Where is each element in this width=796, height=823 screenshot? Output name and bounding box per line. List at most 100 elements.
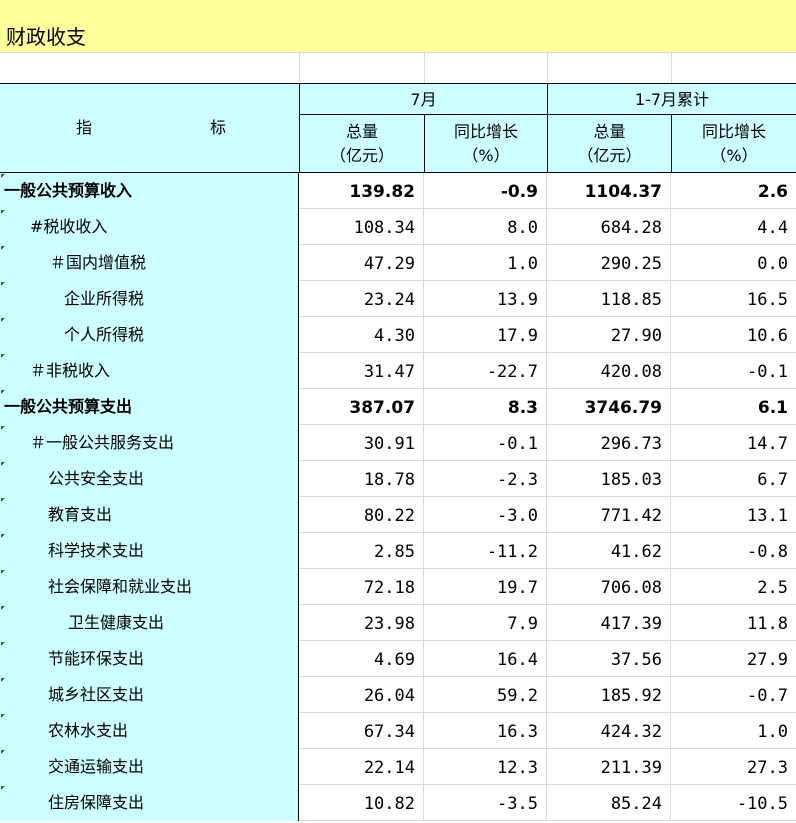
cum-growth-cell: 27.9 [747,650,788,670]
month-total-cell: 139.82 [300,173,424,209]
cell-marker-icon [1,282,5,286]
table-row: 科学技术支出 2.85 -11.2 41.62 -0.8 [0,533,796,569]
cell-marker-icon [1,570,5,574]
month-growth-cell: 17.9 [424,317,547,353]
month-growth-cell: 12.3 [424,749,547,785]
month-total-cell: 72.18 [300,569,424,605]
table-row: 农林水支出 67.34 16.3 424.32 1.0 [0,713,796,749]
cell-marker-icon [1,606,5,610]
month-growth-cell: -3.0 [424,497,547,533]
row-label-cell: 教育支出 [0,497,299,533]
cum-total-cell: 211.39 [547,749,671,785]
month-growth-cell: 7.9 [424,605,547,641]
month-total-cell: 80.22 [300,497,424,533]
row-label-cell: 卫生健康支出 [0,605,299,641]
month-total-cell: 47.29 [300,245,424,281]
grid-line [299,53,300,83]
month-growth-cell: 16.4 [424,641,547,677]
table-row: 住房保障支出 10.82 -3.5 85.24 -10.5 [0,785,796,821]
col-header-label: 总量 [593,122,626,141]
cum-total-cell: 1104.37 [547,173,671,209]
cell-marker-icon [1,462,5,466]
row-label: 一般公共预算支出 [4,397,133,416]
month-growth-cell: -11.2 [424,533,547,569]
indicator-label-left: 指 [76,118,93,137]
cum-growth-cell: 6.7 [757,470,788,490]
month-total-cell: 108.34 [300,209,424,245]
row-label: 农林水支出 [48,721,129,740]
cum-total-cell: 3746.79 [547,389,671,425]
cum-total-cell: 27.90 [547,317,671,353]
indicator-label-right: 标 [210,118,227,137]
table-row: 教育支出 80.22 -3.0 771.42 13.1 [0,497,796,533]
month-total-cell: 10.82 [300,785,424,821]
cum-total-cell: 296.73 [547,425,671,461]
cum-total-cell: 424.32 [547,713,671,749]
month-growth-cell: 16.3 [424,713,547,749]
col-header-unit: （亿元） [329,146,394,165]
table-body: 一般公共预算收入 139.82 -0.9 1104.37 2.6 #税收收入 108.34 8… [0,173,796,821]
month-total-cell: 18.78 [300,461,424,497]
table-row: 个人所得税 4.30 17.9 27.90 10.6 [0,317,796,353]
cum-growth-cell: 2.6 [757,182,788,202]
cum-growth-cell: -0.7 [747,686,788,706]
cum-growth-cell: 6.1 [757,398,788,418]
table-row: 社会保障和就业支出 72.18 19.7 706.08 2.5 [0,569,796,605]
month-growth-cell: 8.3 [424,389,547,425]
cum-total-cell: 706.08 [547,569,671,605]
col-header-label: 同比增长 [453,122,518,141]
row-label: 公共安全支出 [48,469,145,488]
month-total-cell: 22.14 [300,749,424,785]
table-row: 企业所得税 23.24 13.9 118.85 16.5 [0,281,796,317]
col-header-month-total: 总量 （亿元） [300,120,424,168]
row-label-cell: 节能环保支出 [0,641,299,677]
cell-marker-icon [1,246,5,250]
row-label: 卫生健康支出 [68,613,165,632]
row-label-cell: 农林水支出 [0,713,299,749]
col-header-label: 同比增长 [701,122,766,141]
row-label-cell: 企业所得税 [0,281,299,317]
month-total-cell: 23.98 [300,605,424,641]
cell-marker-icon [1,678,5,682]
month-growth-cell: -2.3 [424,461,547,497]
cum-total-cell: 417.39 [547,605,671,641]
cell-marker-icon [1,750,5,754]
table-row: 城乡社区支出 26.04 59.2 185.92 -0.7 [0,677,796,713]
col-header-unit: （亿元） [577,146,642,165]
cum-growth-cell: 2.5 [757,578,788,598]
cum-growth-cell: 13.1 [747,506,788,526]
row-label-cell: 一般公共预算支出 [0,389,299,425]
month-growth-cell: 1.0 [424,245,547,281]
title-band: 财政收支 [0,0,796,53]
row-label: 节能环保支出 [48,649,145,668]
month-growth-cell: -0.1 [424,425,547,461]
cell-marker-icon [1,534,5,538]
col-header-month-growth: 同比增长 （%） [425,120,547,168]
month-growth-cell: 19.7 [424,569,547,605]
table-row: 一般公共预算支出 387.07 8.3 3746.79 6.1 [0,389,796,425]
row-label: 交通运输支出 [48,757,145,776]
cum-total-cell: 771.42 [547,497,671,533]
cum-total-cell: 85.24 [547,785,671,821]
row-label: #税收收入 [30,217,108,236]
row-label: ＃非税收入 [30,361,111,380]
row-label: ＃一般公共服务支出 [30,433,175,452]
row-label: 企业所得税 [64,289,145,308]
table-header: 指 标 7月 1-7月累计 总量 （亿元） 同比增长 （%） 总量 （亿元） 同… [0,84,796,173]
cum-growth-cell: -0.8 [747,542,788,562]
col-header-cum-growth: 同比增长 （%） [672,120,796,168]
cum-growth-cell: 1.0 [757,722,788,742]
table-row: 节能环保支出 4.69 16.4 37.56 27.9 [0,641,796,677]
group-header-month: 7月 [410,90,437,109]
page-title: 财政收支 [6,25,86,49]
month-growth-cell: 13.9 [424,281,547,317]
cum-growth-cell: 4.4 [757,218,788,238]
month-growth-cell: -22.7 [424,353,547,389]
row-label-cell: 个人所得税 [0,317,299,353]
cum-growth-cell: 10.6 [747,326,788,346]
grid-line [424,53,425,83]
month-total-cell: 30.91 [300,425,424,461]
cell-marker-icon [1,354,5,358]
cell-marker-icon [1,426,5,430]
row-label: 教育支出 [48,505,113,524]
